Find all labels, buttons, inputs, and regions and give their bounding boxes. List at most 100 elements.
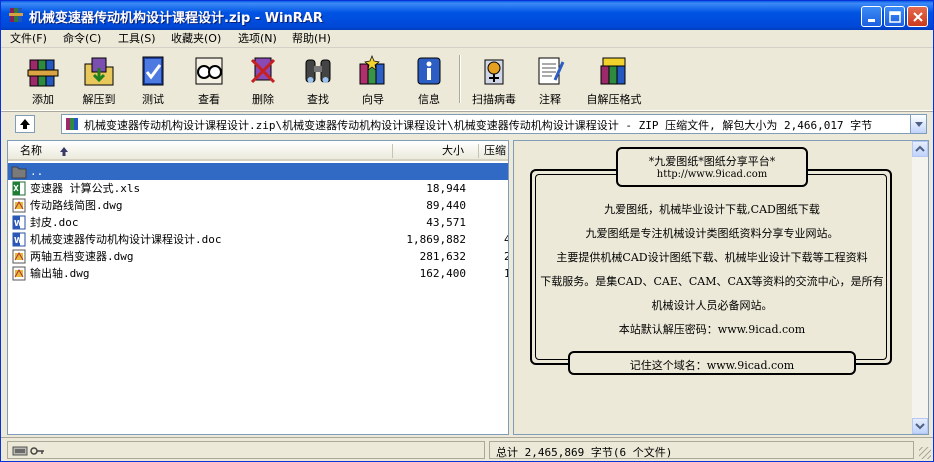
delete-button[interactable]: 删除 [237,51,289,109]
toolbar: 添加 解压到 测试 查看 删除 查找 向导 信息 扫描病毒 注释 自解压格式 [1,49,933,111]
menu-options[interactable]: 选项(N) [238,31,277,47]
delete-label: 删除 [252,93,274,106]
menu-help[interactable]: 帮助(H) [292,31,331,47]
arrow-down-icon [915,423,925,430]
file-row-parent[interactable]: .. [8,163,508,180]
extract-to-button[interactable]: 解压到 [71,51,127,109]
comment-line: 机械设计人员必备网站。 [651,299,773,312]
title-bar[interactable]: 机械变速器传动机构设计课程设计.zip - WinRAR [1,1,933,30]
file-size: 162,400 [419,267,466,280]
scan-virus-button[interactable]: 扫描病毒 [463,51,525,109]
file-name: 两轴五档变速器.dwg [30,250,134,263]
comment-icon [538,57,565,85]
close-icon [913,12,923,22]
delete-icon [250,57,276,84]
file-size: 1,869,882 [406,233,466,246]
svg-text:W: W [14,236,23,245]
comment-header-badge: *九爱图纸*图纸分享平台* http://www.9icad.com [616,147,808,187]
view-glasses-icon [195,57,223,85]
word-file-icon: W [12,232,26,247]
comment-scrollbar[interactable] [912,141,928,434]
file-row[interactable]: 两轴五档变速器.dwg 281,632 2 [8,248,508,265]
svg-text:W: W [14,219,23,228]
word-file-icon: W [12,215,26,230]
info-label: 信息 [418,93,440,106]
address-bar: 机械变速器传动机构设计课程设计.zip\机械变速器传动机构设计课程设计\机械变速… [1,113,933,135]
dwg-file-icon [12,249,26,264]
file-name: 变速器 计算公式.xls [30,182,141,195]
wizard-label: 向导 [362,93,384,106]
file-size: 43,571 [426,216,466,229]
file-size: 281,632 [419,250,466,263]
comment-label: 注释 [539,93,561,106]
file-row[interactable]: 输出轴.dwg 162,400 1 [8,265,508,282]
maximize-button[interactable] [884,6,905,27]
column-header: 名称 大小 压缩 [8,141,508,161]
status-total: 总计 2,465,869 字节(6 个文件) [496,446,673,459]
column-divider [478,144,479,158]
books-add-icon [27,59,59,87]
file-name: 传动路线简图.dwg [30,199,123,212]
menu-commands[interactable]: 命令(C) [63,31,101,47]
winrar-logo-icon [8,7,24,23]
wizard-icon [359,55,385,85]
view-button[interactable]: 查看 [181,51,237,109]
file-ratio: 2 [504,248,508,265]
up-arrow-icon [20,119,30,129]
menu-tools[interactable]: 工具(S) [118,31,156,47]
file-ratio: 1 [504,265,508,282]
comment-line: 本站默认解压密码：www.9icad.com [618,323,806,336]
drive-key-icon [12,446,44,456]
close-button[interactable] [907,6,928,27]
wizard-button[interactable]: 向导 [345,51,401,109]
scan-virus-label: 扫描病毒 [472,93,516,106]
add-label: 添加 [32,93,54,106]
comment-badge-title: *九爱图纸*图纸分享平台* [648,155,776,168]
file-list[interactable]: 名称 大小 压缩 .. 变速器 计算公式.xls 18,944 传动路线简图.d… [7,140,509,435]
comment-badge-url: http://www.9icad.com [656,169,768,180]
test-button[interactable]: 测试 [127,51,179,109]
column-size[interactable]: 大小 [442,143,464,159]
scroll-down-button[interactable] [912,418,928,434]
comment-line: 下载服务。是集CAD、CAE、CAM、CAX等资料的交流中心，是所有 [540,275,884,288]
archive-comment-pane[interactable]: *九爱图纸*图纸分享平台* http://www.9icad.com 九爱图纸，… [513,140,929,435]
file-row[interactable]: W 机械变速器传动机构设计课程设计.doc 1,869,882 4 [8,231,508,248]
folder-extract-icon [84,57,114,86]
status-right-panel: 总计 2,465,869 字节(6 个文件) [489,441,914,459]
test-label: 测试 [142,93,164,106]
sfx-button[interactable]: 自解压格式 [579,51,649,109]
up-one-level-button[interactable] [15,115,35,133]
info-button[interactable]: 信息 [403,51,455,109]
extract-to-label: 解压到 [82,93,116,106]
find-button[interactable]: 查找 [291,51,345,109]
file-name: 输出轴.dwg [30,267,90,280]
file-name: 封皮.doc [30,216,79,229]
binoculars-icon [305,59,331,83]
address-dropdown-button[interactable] [910,114,927,134]
maximize-icon [889,11,901,23]
window-title: 机械变速器传动机构设计课程设计.zip - WinRAR [29,11,323,26]
comment-line: 主要提供机械CAD设计图纸下载、机械毕业设计下载等工程资料 [556,251,868,264]
menu-favorites[interactable]: 收藏夹(O) [171,31,221,47]
comment-button[interactable]: 注释 [525,51,575,109]
file-row[interactable]: 变速器 计算公式.xls 18,944 [8,180,508,197]
find-label: 查找 [307,93,329,106]
folder-up-icon [11,166,27,179]
column-name[interactable]: 名称 [20,143,42,159]
sort-arrow-icon [60,147,68,156]
resize-grip[interactable] [919,447,931,459]
file-size: 89,440 [426,199,466,212]
menu-file[interactable]: 文件(F) [10,31,47,47]
comment-footer-text: 记住这个域名：www.9icad.com [629,359,795,372]
address-field[interactable]: 机械变速器传动机构设计课程设计.zip\机械变速器传动机构设计课程设计\机械变速… [61,114,911,134]
dwg-file-icon [12,198,26,213]
minimize-button[interactable] [861,6,882,27]
file-row[interactable]: W 封皮.doc 43,571 [8,214,508,231]
column-ratio[interactable]: 压缩 [484,143,506,159]
add-button[interactable]: 添加 [15,51,71,109]
file-row[interactable]: 传动路线简图.dwg 89,440 [8,197,508,214]
scroll-up-button[interactable] [912,141,928,157]
menu-bar: 文件(F) 命令(C) 工具(S) 收藏夹(O) 选项(N) 帮助(H) [1,30,933,48]
dwg-file-icon [12,266,26,281]
status-bar: 总计 2,465,869 字节(6 个文件) [1,437,933,461]
